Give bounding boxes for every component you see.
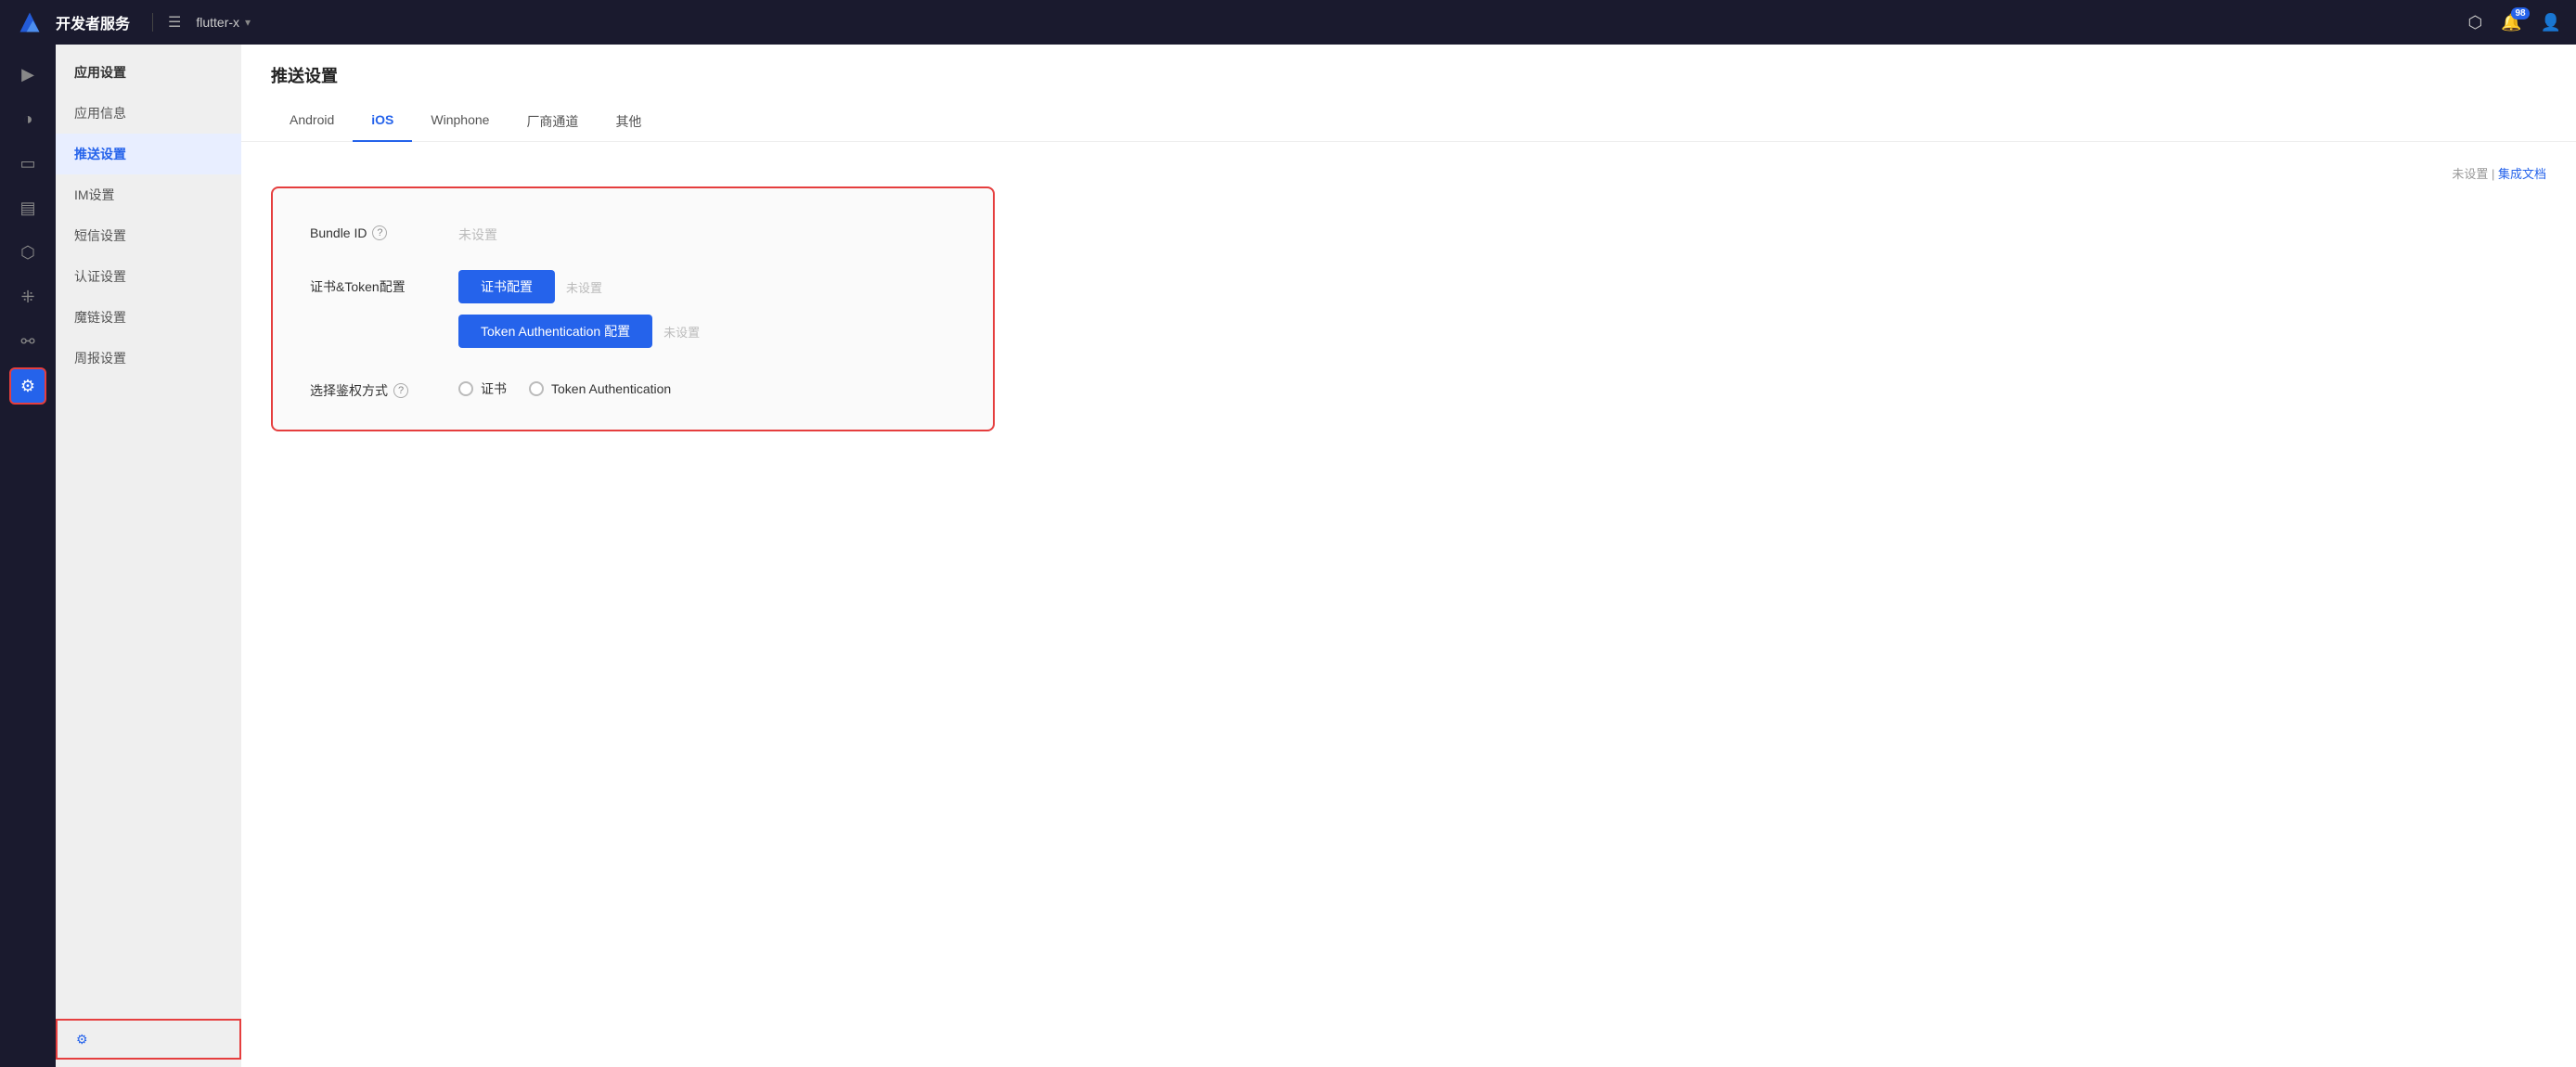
config-card: Bundle ID ? 未设置 证书&Token配置 证书配置 [271,186,995,431]
cert-token-label: 证书&Token配置 [310,270,458,296]
bundle-id-help[interactable]: ? [372,225,387,240]
page-title: 推送设置 [271,63,2546,87]
icon-sidebar: ▶ ◑ ▭ ▤ ⬡ ⁜ ⚯ ⚙ [0,45,56,1067]
token-button-row: Token Authentication 配置 未设置 [458,315,956,348]
user-icon[interactable]: 👤 [2541,13,2561,32]
cube-icon[interactable]: ⬡ [2467,13,2482,32]
tab-vendor[interactable]: 厂商通道 [508,103,597,142]
token-auth-config-button[interactable]: Token Authentication 配置 [458,315,652,348]
cert-button-row: 证书配置 未设置 [458,270,956,303]
sidebar-icon-analytics[interactable]: ◑ [9,100,46,137]
nav-item-report-settings[interactable]: 周报设置 [56,338,241,379]
radio-group: 证书 Token Authentication [458,374,956,398]
topbar-icons: ⬡ 🔔 98 👤 [2467,13,2561,32]
app-title: 开发者服务 [56,11,130,33]
radio-cert-label: 证书 [481,379,507,398]
nav-item-sms-settings[interactable]: 短信设置 [56,215,241,256]
bundle-id-row: Bundle ID ? 未设置 [310,218,956,244]
auth-method-row: 选择鉴权方式 ? 证书 Token Authentication [310,374,956,400]
radio-token-option[interactable]: Token Authentication [529,381,671,396]
auth-help[interactable]: ? [393,383,408,398]
app-logo[interactable] [15,7,45,37]
nav-item-auth-settings[interactable]: 认证设置 [56,256,241,297]
content-header: 推送设置 Android iOS Winphone 厂商通道 其他 [241,45,2576,142]
auth-method-label: 选择鉴权方式 ? [310,374,458,400]
radio-cert-option[interactable]: 证书 [458,379,507,398]
nav-sidebar: 应用设置 应用信息 推送设置 IM设置 短信设置 认证设置 魔链设置 周报设置 … [56,45,241,1067]
nav-item-settings-active[interactable]: ⚙ [56,1019,241,1060]
content-body: 未设置 | 集成文档 Bundle ID ? 未设置 [241,142,2576,1067]
sidebar-icon-play[interactable]: ▶ [9,56,46,93]
nav-section-title: 应用设置 [56,45,241,93]
nav-item-push-settings[interactable]: 推送设置 [56,134,241,174]
project-arrow: ▾ [245,16,251,29]
sidebar-icon-monitor[interactable]: ▭ [9,145,46,182]
cert-unset-text: 未设置 [566,278,602,296]
project-name: flutter-x [196,15,239,30]
token-unset-text: 未设置 [663,323,700,341]
tabs: Android iOS Winphone 厂商通道 其他 [271,102,2546,141]
sidebar-icon-link[interactable]: ⚯ [9,323,46,360]
bundle-id-label: Bundle ID ? [310,218,458,240]
top-right-links: 未设置 | 集成文档 [2452,164,2546,182]
tab-ios[interactable]: iOS [353,103,412,142]
notification-badge: 98 [2511,7,2529,19]
bell-icon[interactable]: 🔔 98 [2501,13,2521,32]
content-area: 推送设置 Android iOS Winphone 厂商通道 其他 [241,45,2576,1067]
sidebar-icon-shield[interactable]: ⬡ [9,234,46,271]
cert-token-row: 证书&Token配置 证书配置 未设置 Token Authentication… [310,270,956,348]
docs-link[interactable]: 集成文档 [2498,167,2546,181]
unset-label: 未设置 [2452,167,2488,181]
separator: | [2492,167,2498,181]
tab-android[interactable]: Android [271,103,353,142]
sidebar-icon-message[interactable]: ▤ [9,189,46,226]
project-selector[interactable]: flutter-x ▾ [196,15,251,30]
cert-token-value: 证书配置 未设置 Token Authentication 配置 未设置 [458,270,956,348]
main-layout: ▶ ◑ ▭ ▤ ⬡ ⁜ ⚯ ⚙ 应用设置 应用信息 推送设置 IM设置 短信设置… [0,45,2576,1067]
topbar-divider [152,13,153,32]
doc-icon[interactable]: ☰ [168,13,181,32]
sidebar-icon-users[interactable]: ⁜ [9,278,46,315]
bundle-id-text: 未设置 [458,218,956,244]
topbar: 开发者服务 ☰ flutter-x ▾ ⬡ 🔔 98 👤 [0,0,2576,45]
nav-item-im-settings[interactable]: IM设置 [56,174,241,215]
nav-item-app-info[interactable]: 应用信息 [56,93,241,134]
radio-token-circle [529,381,544,396]
cert-config-button[interactable]: 证书配置 [458,270,555,303]
tab-winphone[interactable]: Winphone [412,103,508,142]
radio-token-label: Token Authentication [551,381,671,396]
tab-other[interactable]: 其他 [597,103,660,142]
auth-method-value: 证书 Token Authentication [458,374,956,398]
radio-cert-circle [458,381,473,396]
sidebar-icon-settings[interactable]: ⚙ [9,367,46,405]
nav-item-magic-settings[interactable]: 魔链设置 [56,297,241,338]
bundle-id-value: 未设置 [458,218,956,244]
